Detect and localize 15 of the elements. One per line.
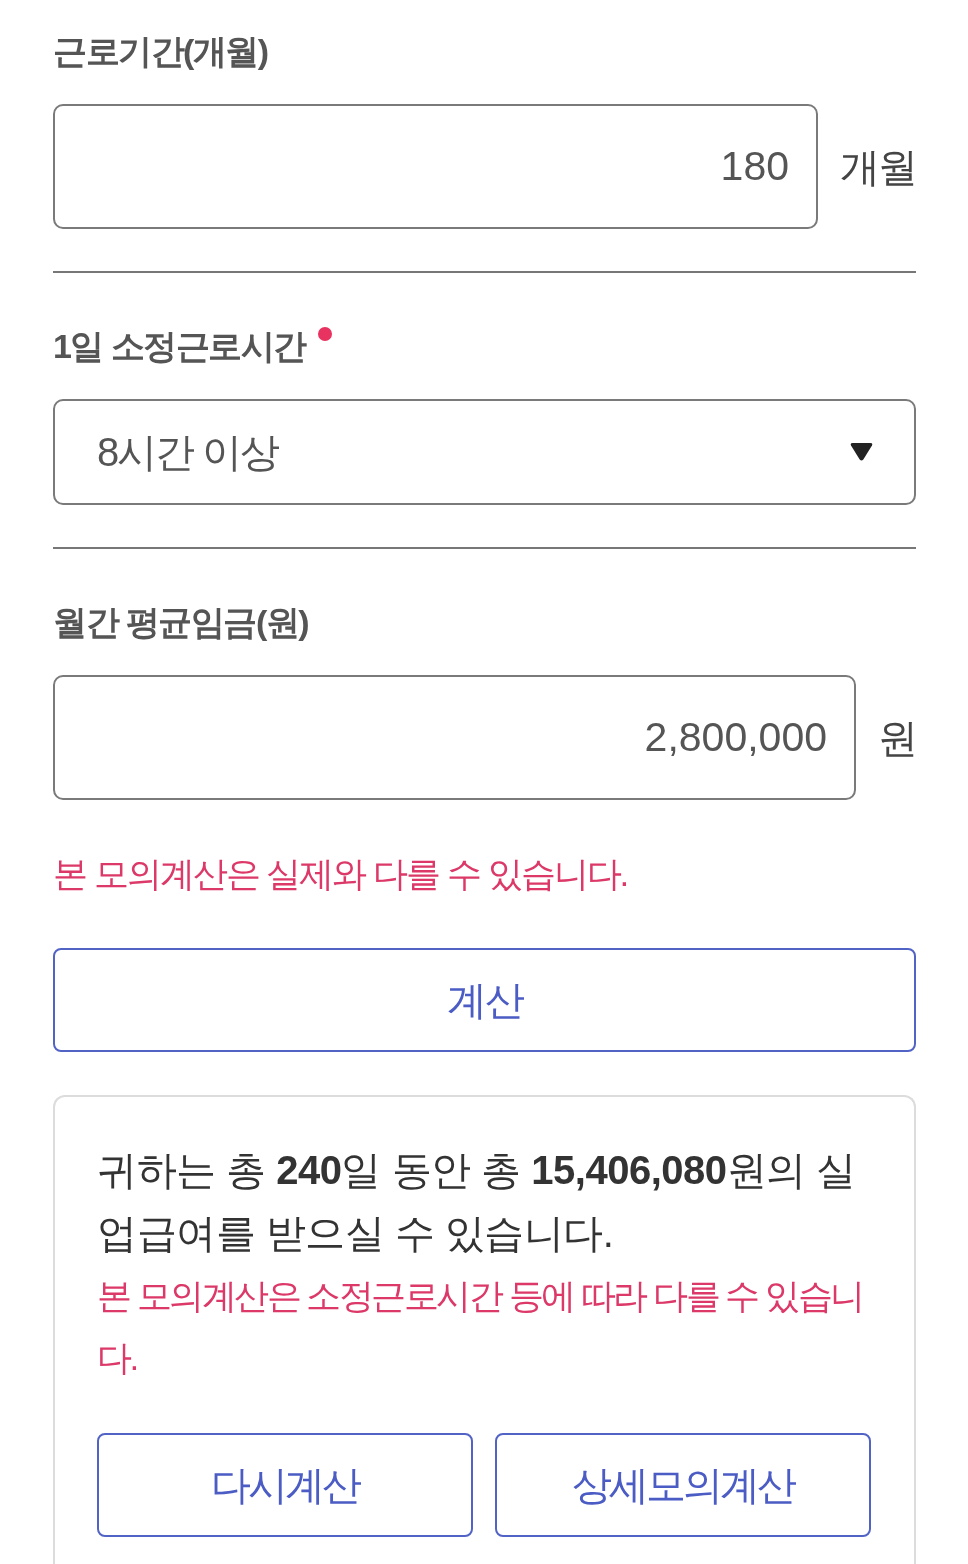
calculate-button[interactable]: 계산 [53,948,916,1052]
field-label: 월간 평균임금(원) [53,602,309,643]
dropdown-select[interactable]: 8시간 이상 [53,399,916,505]
caret-icon [850,443,873,461]
result-summary: 귀하는 총 240일 동안 총 15,406,080원의 실업급여를 받으실 수 있습니다. [97,1147,857,1257]
field-label: 근로기간(개월) [53,31,268,72]
number-input[interactable]: 180 [53,104,818,229]
disclaimer-text: 본 모의계산은 실제와 다를 수 있습니다. [53,853,629,895]
field-label: 1일 소정근로시간 [53,326,306,367]
number-input[interactable]: 2,800,000 [53,675,856,800]
unit-label: 개월 [840,143,916,191]
detailed-calculation-button[interactable]: 상세모의계산 [495,1433,871,1537]
unit-label: 원 [878,714,916,762]
result-note: 본 모의계산은 소정근로시간 등에 따라 다를 수 있습니다. [97,1275,864,1379]
recalculate-button[interactable]: 다시계산 [97,1433,473,1537]
